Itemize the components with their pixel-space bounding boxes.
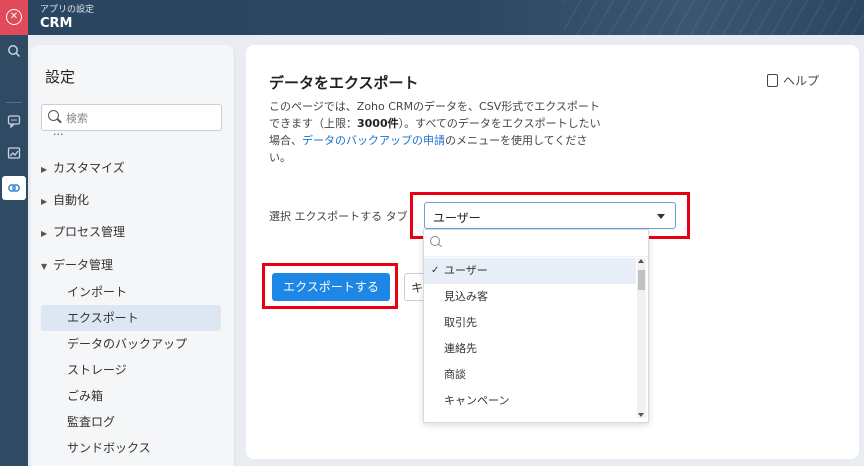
page-title: データをエクスポート	[269, 74, 419, 92]
chevron-right-icon: ▶	[41, 165, 48, 174]
scroll-down-icon[interactable]	[638, 413, 644, 417]
nav-item-cut-off[interactable]: ...	[53, 131, 64, 139]
help-label: ヘルプ	[783, 74, 820, 88]
sub-item-export[interactable]: エクスポート	[41, 305, 221, 331]
rail-divider	[6, 102, 22, 103]
check-icon: ✓	[431, 265, 440, 276]
nav-item-label: カスタマイズ	[53, 161, 125, 175]
export-tab-dropdown: ✓ ユーザー 見込み客 取引先 連絡先 商談 キャンペーン	[423, 229, 649, 423]
analytics-icon[interactable]	[5, 146, 23, 164]
header-decoration	[564, 0, 864, 35]
sub-item-recycle-bin[interactable]: ごみ箱	[41, 383, 211, 409]
dropdown-scrollbar[interactable]	[637, 258, 646, 418]
select-value: ユーザー	[433, 211, 481, 225]
chat-icon[interactable]	[5, 114, 23, 132]
desc-line-3a: 場合、	[269, 134, 302, 147]
desc-line-2a: できます（上限：	[269, 117, 357, 130]
sub-item-backup[interactable]: データのバックアップ	[41, 331, 211, 357]
integration-icon[interactable]	[2, 176, 26, 200]
sub-item-storage[interactable]: ストレージ	[41, 357, 211, 383]
desc-line-2c: ）。すべてのデータをエクスポートしたい	[398, 117, 601, 130]
desc-line-1: このページでは、Zoho CRMのデータを、CSV形式でエクスポート	[269, 100, 600, 113]
dropdown-option[interactable]: ✓ ユーザー	[424, 258, 636, 284]
header-title: CRM	[40, 16, 73, 31]
chevron-right-icon: ▶	[41, 197, 48, 206]
help-book-icon	[767, 74, 778, 87]
backup-request-link[interactable]: データのバックアップの申請	[302, 134, 445, 147]
left-rail: ✕	[0, 0, 28, 466]
export-tab-select[interactable]: ユーザー	[424, 202, 676, 229]
dropdown-option[interactable]: 見込み客	[424, 284, 636, 310]
export-panel: データをエクスポート ヘルプ このページでは、Zoho CRMのデータを、CSV…	[246, 45, 859, 459]
search-icon	[48, 110, 59, 121]
scrollbar-thumb[interactable]	[638, 270, 645, 290]
desc-line-4: い。	[269, 151, 291, 164]
sub-item-audit-log[interactable]: 監査ログ	[41, 409, 211, 435]
export-button[interactable]: エクスポートする	[272, 273, 390, 301]
scroll-up-icon[interactable]	[638, 259, 644, 263]
desc-line-3b: のメニューを使用してくださ	[445, 134, 588, 147]
chevron-right-icon: ▶	[41, 229, 48, 238]
app-header: アプリの設定 CRM	[0, 0, 864, 35]
page-description: このページでは、Zoho CRMのデータを、CSV形式でエクスポート できます（…	[269, 98, 609, 166]
help-link[interactable]: ヘルプ	[767, 72, 819, 89]
cancel-button[interactable]: キャンセル	[404, 273, 424, 301]
sub-item-import[interactable]: インポート	[41, 279, 211, 305]
nav-item-process-management[interactable]: ▶ プロセス管理	[41, 223, 125, 240]
chevron-down-icon: ▼	[41, 262, 48, 271]
export-limit: 3000件	[357, 117, 399, 130]
chevron-down-icon	[657, 214, 665, 219]
option-label: ユーザー	[444, 264, 488, 277]
settings-search-input[interactable]: 検索	[41, 104, 222, 131]
nav-item-label: データ管理	[53, 258, 114, 272]
dropdown-option[interactable]: 連絡先	[424, 336, 636, 362]
export-tab-label: 選択 エクスポートする タブ	[269, 210, 408, 223]
nav-item-data-management[interactable]: ▼ データ管理	[41, 256, 113, 273]
nav-item-automation[interactable]: ▶ 自動化	[41, 191, 89, 208]
sub-item-sandbox[interactable]: サンドボックス	[41, 435, 211, 461]
search-placeholder: 検索	[66, 112, 88, 125]
header-subtitle: アプリの設定	[40, 5, 95, 15]
dropdown-option[interactable]: キャンペーン	[424, 388, 636, 414]
close-button[interactable]: ✕	[0, 0, 28, 35]
dropdown-option[interactable]: 取引先	[424, 310, 636, 336]
dropdown-search-input[interactable]	[424, 230, 648, 257]
nav-item-label: 自動化	[53, 193, 90, 207]
close-icon: ✕	[6, 9, 22, 25]
search-icon[interactable]	[5, 44, 23, 62]
settings-heading: 設定	[45, 68, 76, 86]
dropdown-option[interactable]: 商談	[424, 362, 636, 388]
search-icon	[430, 236, 440, 246]
nav-item-customize[interactable]: ▶ カスタマイズ	[41, 159, 125, 176]
nav-item-label: プロセス管理	[53, 225, 126, 239]
settings-sidebar: 設定 検索 ... ▶ カスタマイズ ▶ 自動化 ▶ プロセス管理 ▼ データ管理 イン…	[31, 45, 235, 466]
